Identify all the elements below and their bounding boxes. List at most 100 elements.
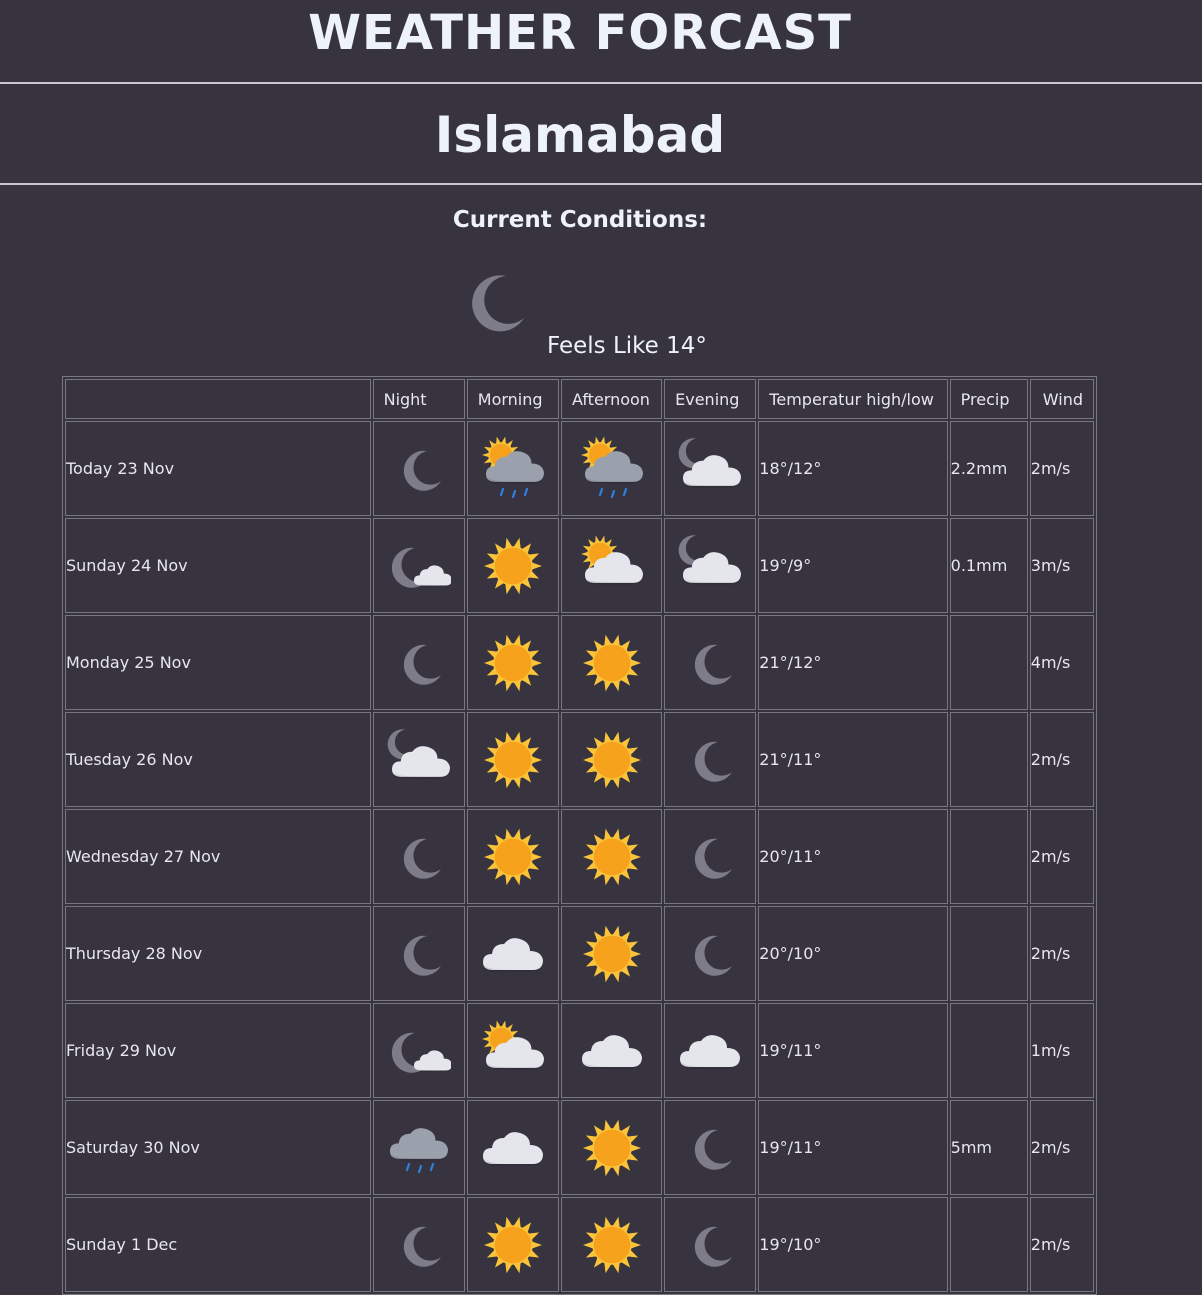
cloud-icon: [482, 937, 543, 972]
moon-icon: [472, 275, 524, 332]
afternoon-icon-cell: [560, 421, 663, 516]
evening-icon-cell: [664, 712, 757, 807]
day-cell: Wednesday 27 Nov: [65, 809, 371, 904]
evening-icon-cell: [664, 518, 757, 613]
temperature-cell: 20°/11°: [758, 809, 948, 904]
wind-cell: 4m/s: [1029, 615, 1094, 710]
morning-icon-cell: [466, 518, 559, 613]
sun-icon: [483, 1216, 542, 1273]
sun-icon: [483, 828, 542, 885]
evening-icon-cell: [664, 1100, 757, 1195]
night-icon-cell: [372, 712, 465, 807]
night-icon-cell: [372, 421, 465, 516]
header-night: Night: [372, 379, 465, 419]
wind-cell: 3m/s: [1029, 518, 1094, 613]
temperature-cell: 19°/10°: [758, 1197, 948, 1292]
afternoon-icon-cell: [560, 615, 663, 710]
wind-cell: 2m/s: [1029, 809, 1094, 904]
precip-cell: 5mm: [949, 1100, 1028, 1195]
temperature-cell: 21°/12°: [758, 615, 948, 710]
header-divider: [0, 82, 1202, 84]
wind-cell: 2m/s: [1029, 1100, 1094, 1195]
temperature-cell: 18°/12°: [758, 421, 948, 516]
cloud-icon: [680, 1034, 741, 1069]
moon-cloud-icon: [678, 437, 742, 488]
sun-cloud-rain-icon: [481, 436, 544, 498]
precip-cell: 2.2mm: [949, 421, 1028, 516]
moon-icon: [695, 644, 733, 685]
morning-icon-cell: [466, 1197, 559, 1292]
table-row: Sunday 24 Nov 19°/9° 0.1mm 3m/s: [65, 518, 1094, 613]
evening-icon-cell: [664, 809, 757, 904]
forecast-header-row: Night Morning Afternoon Evening Temperat…: [65, 379, 1094, 419]
night-icon-cell: [372, 906, 465, 1001]
morning-icon-cell: [466, 809, 559, 904]
city-divider: [0, 183, 1202, 185]
moon-icon: [695, 1226, 733, 1267]
night-icon-cell: [372, 615, 465, 710]
morning-icon-cell: [466, 1100, 559, 1195]
evening-icon-cell: [664, 615, 757, 710]
day-cell: Monday 25 Nov: [65, 615, 371, 710]
header-evening: Evening: [664, 379, 757, 419]
wind-cell: 1m/s: [1029, 1003, 1094, 1098]
moon-icon: [403, 450, 441, 491]
current-weather-icon: [466, 272, 530, 336]
header-temperature: Temperatur high/low: [758, 379, 948, 419]
wind-cell: 2m/s: [1029, 421, 1094, 516]
day-cell: Sunday 24 Nov: [65, 518, 371, 613]
table-row: Monday 25 Nov 21°/12° 4m/s: [65, 615, 1094, 710]
table-row: Wednesday 27 Nov 20°/11° 2m/s: [65, 809, 1094, 904]
morning-icon-cell: [466, 615, 559, 710]
moon-icon: [403, 1226, 441, 1267]
afternoon-icon-cell: [560, 1003, 663, 1098]
temperature-cell: 19°/9°: [758, 518, 948, 613]
temperature-cell: 19°/11°: [758, 1003, 948, 1098]
day-cell: Sunday 1 Dec: [65, 1197, 371, 1292]
city-name: Islamabad: [434, 106, 726, 164]
sun-cloud-icon: [580, 534, 643, 585]
sun-icon: [483, 634, 542, 691]
sun-icon: [582, 634, 641, 691]
evening-icon-cell: [664, 1003, 757, 1098]
precip-cell: [949, 1197, 1028, 1292]
cloud-icon: [482, 1131, 543, 1166]
moon-icon: [403, 644, 441, 685]
afternoon-icon-cell: [560, 1100, 663, 1195]
day-cell: Today 23 Nov: [65, 421, 371, 516]
sun-icon: [483, 731, 542, 788]
precip-cell: [949, 1003, 1028, 1098]
day-cell: Friday 29 Nov: [65, 1003, 371, 1098]
wind-cell: 2m/s: [1029, 906, 1094, 1001]
current-conditions-heading: Current Conditions:: [452, 207, 708, 233]
afternoon-icon-cell: [560, 518, 663, 613]
night-icon-cell: [372, 809, 465, 904]
moon-icon: [695, 741, 733, 782]
evening-icon-cell: [664, 906, 757, 1001]
moon-icon: [695, 1129, 733, 1170]
feels-like-text: Feels Like 14°: [547, 333, 707, 359]
morning-icon-cell: [466, 421, 559, 516]
header-wind: Wind: [1029, 379, 1094, 419]
afternoon-icon-cell: [560, 809, 663, 904]
header-precip: Precip: [949, 379, 1028, 419]
table-row: Today 23 Nov 18°/12° 2.2mm 2m/s: [65, 421, 1094, 516]
sun-icon: [582, 1119, 641, 1176]
temperature-cell: 21°/11°: [758, 712, 948, 807]
header-day: [65, 379, 371, 419]
table-row: Friday 29 Nov 19°/11° 1m/s: [65, 1003, 1094, 1098]
moon-icon: [403, 935, 441, 976]
table-row: Saturday 30 Nov 19°/11° 5mm 2m/s: [65, 1100, 1094, 1195]
app-title: WEATHER FORCAST: [308, 5, 852, 61]
forecast-table: Night Morning Afternoon Evening Temperat…: [62, 376, 1097, 1295]
afternoon-icon-cell: [560, 712, 663, 807]
sun-icon: [582, 925, 641, 982]
precip-cell: [949, 712, 1028, 807]
precip-cell: 0.1mm: [949, 518, 1028, 613]
moon-icon: [403, 838, 441, 879]
moon-small-cloud-icon: [391, 547, 451, 588]
evening-icon-cell: [664, 421, 757, 516]
night-icon-cell: [372, 1197, 465, 1292]
temperature-cell: 19°/11°: [758, 1100, 948, 1195]
precip-cell: [949, 906, 1028, 1001]
